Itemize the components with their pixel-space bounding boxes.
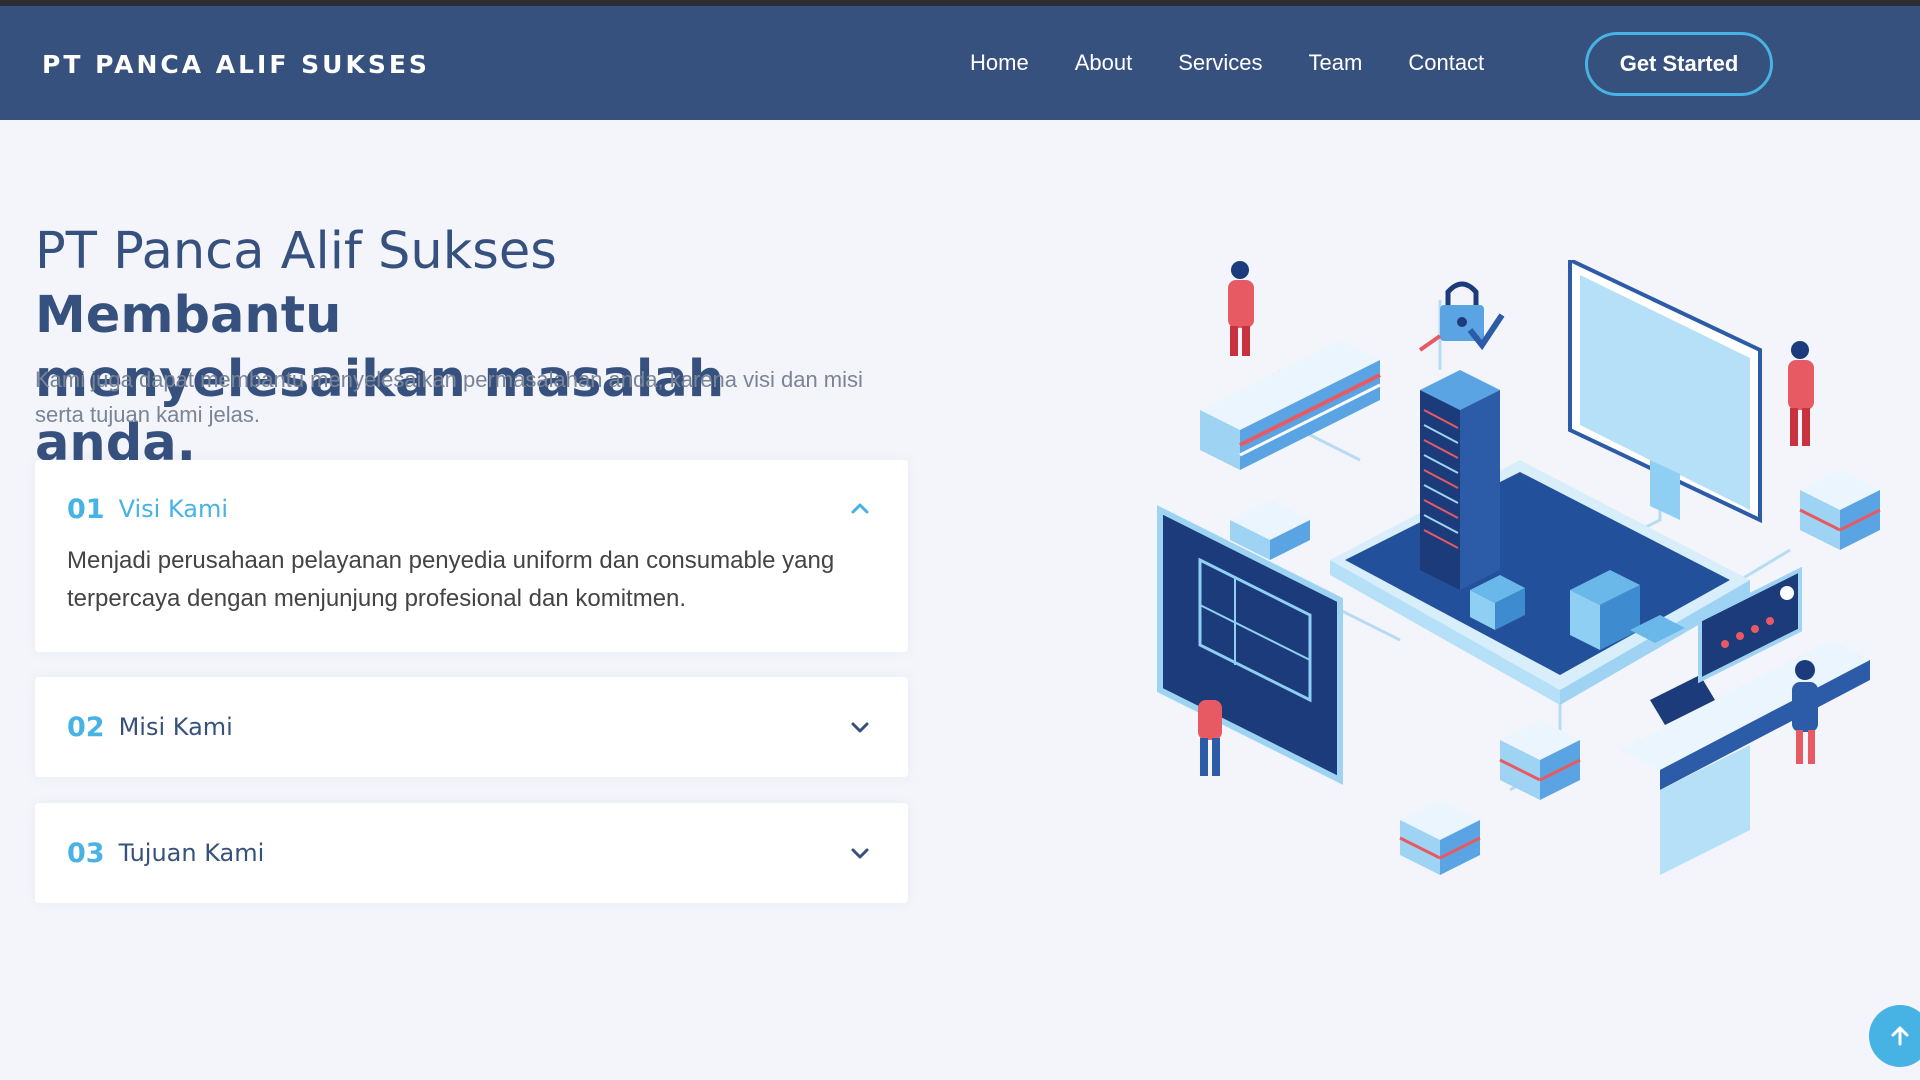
person-icon: [1228, 261, 1254, 356]
back-to-top-button[interactable]: [1869, 1005, 1920, 1067]
faq-answer-visi: Menjadi perusahaan pelayanan penyedia un…: [67, 547, 835, 612]
central-platform: [1330, 460, 1750, 705]
nav-contact[interactable]: Contact: [1408, 50, 1484, 76]
faq-header-misi[interactable]: 02 Misi Kami: [67, 707, 876, 747]
faq-number: 02: [67, 711, 105, 743]
faq-item-misi: 02 Misi Kami: [35, 677, 908, 777]
reception-desk: [1200, 340, 1381, 470]
hero-title-company: PT Panca Alif Sukses: [35, 222, 557, 281]
faq-item-tujuan: 03 Tujuan Kami: [35, 803, 908, 903]
faq-header-tujuan[interactable]: 03 Tujuan Kami: [67, 833, 876, 873]
person-icon: [1788, 341, 1814, 446]
nav-about[interactable]: About: [1075, 50, 1133, 76]
get-started-button[interactable]: Get Started: [1585, 32, 1773, 96]
faq-title[interactable]: Visi Kami: [119, 495, 228, 523]
hero-subtitle: Kami juga dapat membantu menyelesaikan p…: [35, 367, 863, 427]
chevron-down-icon[interactable]: [848, 841, 872, 865]
faq-number: 01: [67, 493, 105, 525]
site-logo[interactable]: PT PANCA ALIF SUKSES: [42, 50, 430, 79]
faq-item-visi: 01 Visi Kami Menjadi perusahaan pelayana…: [35, 460, 908, 652]
chevron-down-icon[interactable]: [848, 715, 872, 739]
arrow-up-icon: [1891, 1026, 1909, 1046]
blueprint-screen: [1157, 505, 1343, 785]
main-nav: Home About Services Team Contact: [970, 6, 1530, 120]
isometric-city-illustration: [1157, 260, 1881, 875]
hero-title: PT Panca Alif Sukses Membantu menyelesai…: [35, 220, 855, 476]
faq-title[interactable]: Misi Kami: [119, 713, 233, 741]
faq-header-visi[interactable]: 01 Visi Kami: [67, 489, 876, 529]
nav-services[interactable]: Services: [1178, 50, 1262, 76]
site-header: PT PANCA ALIF SUKSES Home About Services…: [0, 6, 1920, 120]
workstation-desk: [1620, 640, 1870, 875]
nav-home[interactable]: Home: [970, 50, 1029, 76]
hero-title-emphasis-1: Membantu: [35, 286, 342, 345]
nav-team[interactable]: Team: [1309, 50, 1363, 76]
monitor-icon: [1568, 260, 1762, 524]
faq-number: 03: [67, 837, 105, 869]
skyscraper: [1420, 370, 1500, 590]
faq-title[interactable]: Tujuan Kami: [119, 839, 265, 867]
chevron-up-icon[interactable]: [848, 497, 872, 521]
lock-icon: [1418, 281, 1505, 352]
